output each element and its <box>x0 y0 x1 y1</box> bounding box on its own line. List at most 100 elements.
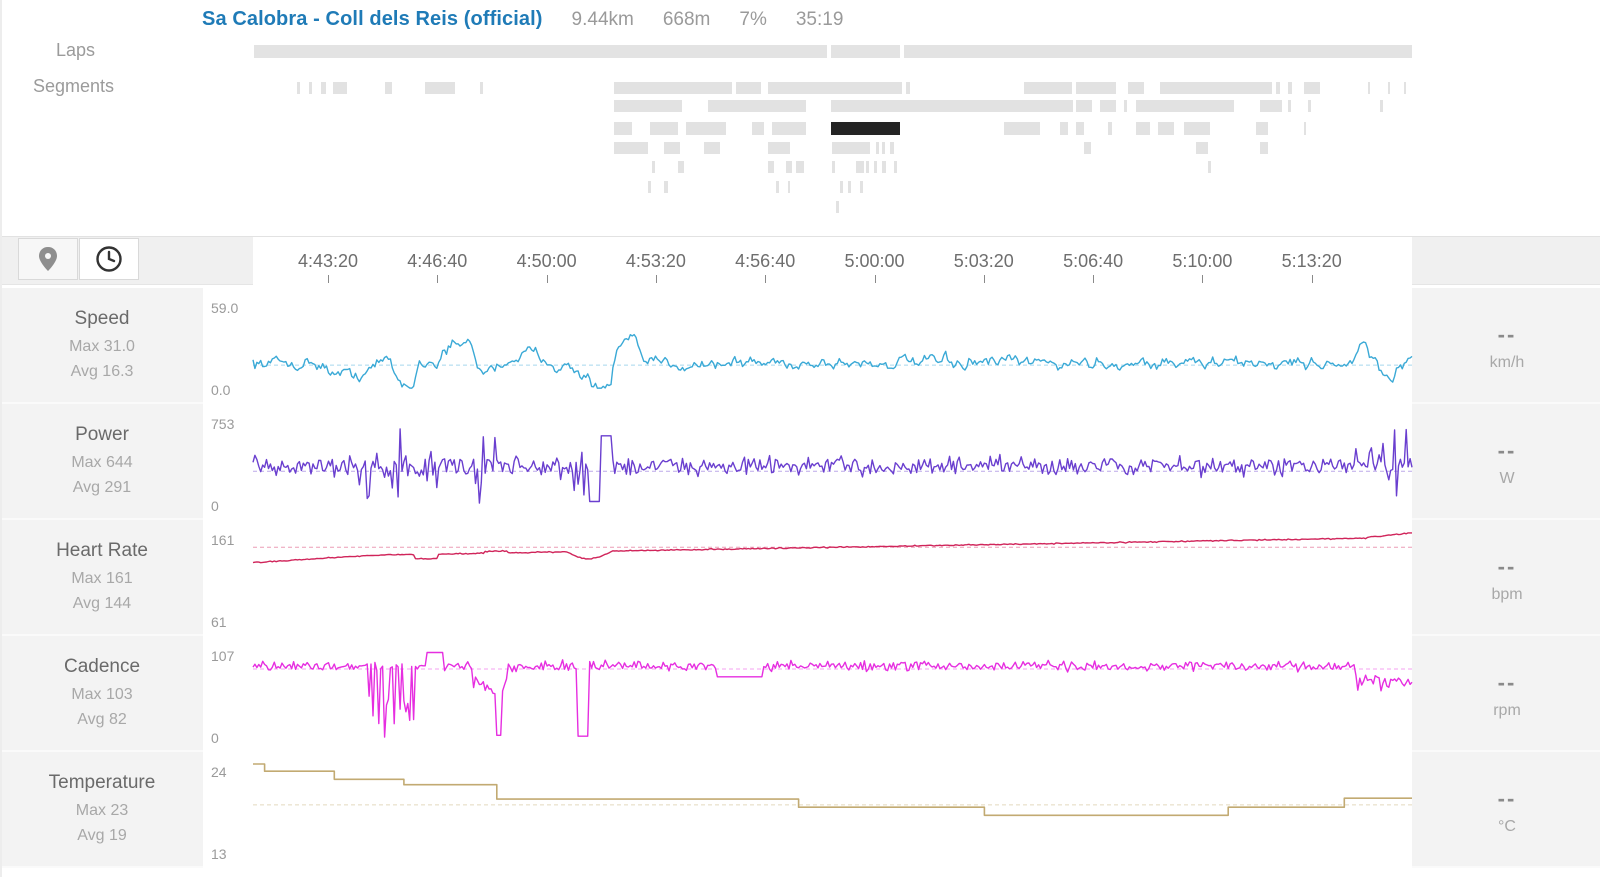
segment-bar[interactable] <box>614 122 632 135</box>
segment-bar[interactable] <box>1196 142 1208 154</box>
metric-trace-chart <box>252 651 1413 738</box>
segment-bar[interactable] <box>1076 122 1084 135</box>
segment-bar[interactable] <box>882 161 886 173</box>
time-tick-mark <box>546 275 548 283</box>
segment-bar[interactable] <box>1084 142 1091 154</box>
segment-bar[interactable] <box>1184 122 1210 135</box>
time-tick-mark <box>765 275 767 283</box>
segment-bar[interactable] <box>1076 82 1116 94</box>
segment-bar[interactable] <box>1208 161 1211 173</box>
segment-bar[interactable] <box>882 142 885 154</box>
segment-bar[interactable] <box>297 82 300 94</box>
segment-bar[interactable] <box>1260 142 1268 154</box>
segment-bar[interactable] <box>1004 122 1040 135</box>
metric-series-line <box>252 532 1412 564</box>
segment-bar[interactable] <box>832 142 870 154</box>
segment-name-link[interactable]: Sa Calobra - Coll dels Reis (official) <box>202 8 543 31</box>
segment-bar[interactable] <box>614 82 732 94</box>
segment-bar[interactable] <box>704 142 720 154</box>
segment-bar[interactable] <box>1288 82 1292 94</box>
segment-bar[interactable] <box>614 100 682 112</box>
segment-bar[interactable] <box>686 122 726 135</box>
segment-bar[interactable] <box>664 181 668 193</box>
segment-bar[interactable] <box>1060 122 1068 135</box>
segment-bar[interactable] <box>1024 82 1072 94</box>
segment-bar[interactable] <box>1076 100 1092 112</box>
segment-bar[interactable] <box>874 161 877 173</box>
segment-bar[interactable] <box>425 82 455 94</box>
segment-bar[interactable] <box>1308 100 1311 112</box>
segment-bar[interactable] <box>309 82 312 94</box>
segment-bar[interactable] <box>894 161 897 173</box>
segment-bar[interactable] <box>768 142 790 154</box>
time-tick-label: 5:00:00 <box>844 251 905 271</box>
segment-bar[interactable] <box>866 161 869 173</box>
time-view-button[interactable] <box>79 238 139 280</box>
segment-bar[interactable] <box>796 161 804 173</box>
segment-bar[interactable] <box>1256 122 1268 135</box>
segment-bar[interactable] <box>786 161 792 173</box>
segment-bar[interactable] <box>652 161 655 173</box>
segment-bar[interactable] <box>1136 100 1234 112</box>
segment-bar[interactable] <box>890 142 894 154</box>
clock-icon <box>96 246 122 272</box>
segment-bar[interactable] <box>736 82 761 94</box>
segment-bar[interactable] <box>788 181 790 193</box>
segment-bar[interactable] <box>650 122 678 135</box>
lap-bar[interactable] <box>254 45 827 58</box>
chart-row-cadence: Cadence Max 103 Avg 82 107 0 -- rpm <box>2 636 1600 752</box>
segment-elevation: 668m <box>662 9 711 30</box>
segment-bar-selected[interactable] <box>831 122 900 135</box>
segment-bar[interactable] <box>1158 122 1174 135</box>
metric-series-line <box>252 428 1413 504</box>
segment-bar[interactable] <box>614 142 648 154</box>
time-tick-mark <box>655 275 657 283</box>
segment-bar[interactable] <box>648 181 651 193</box>
time-axis: 4:43:20 4:46:40 4:50:00 4:53:20 4:56:40 5:00:… <box>253 237 1412 286</box>
segment-bar[interactable] <box>856 161 864 173</box>
segment-bar[interactable] <box>768 82 902 94</box>
segment-grade: 7% <box>739 9 767 30</box>
segment-bar[interactable] <box>1124 100 1127 112</box>
segment-bar[interactable] <box>772 122 806 135</box>
segment-bar[interactable] <box>840 181 843 193</box>
lap-bar[interactable] <box>831 45 900 58</box>
segment-bar[interactable] <box>1136 122 1150 135</box>
segment-bar[interactable] <box>1108 122 1112 135</box>
segment-bar[interactable] <box>1368 82 1370 94</box>
segment-bar[interactable] <box>836 201 839 213</box>
time-tick-label: 5:06:40 <box>1063 251 1124 271</box>
segment-bar[interactable] <box>860 181 863 193</box>
segment-bar[interactable] <box>1404 82 1406 94</box>
segment-bar[interactable] <box>1288 100 1291 112</box>
segment-bar[interactable] <box>752 122 764 135</box>
segment-bar[interactable] <box>1388 82 1390 94</box>
segment-bar[interactable] <box>1304 122 1306 135</box>
segment-bar[interactable] <box>832 161 835 173</box>
segment-bar[interactable] <box>1304 82 1320 94</box>
segment-bar[interactable] <box>480 82 483 94</box>
segment-bar[interactable] <box>385 82 392 94</box>
segment-bar[interactable] <box>1160 82 1272 94</box>
metric-trace-chart <box>252 532 1412 564</box>
segment-bar[interactable] <box>1100 100 1116 112</box>
segment-bar[interactable] <box>333 82 347 94</box>
metric-series-line <box>252 333 1413 389</box>
segment-bar[interactable] <box>876 142 879 154</box>
segment-bar[interactable] <box>776 181 779 193</box>
lap-bar[interactable] <box>904 45 1412 58</box>
segment-bar[interactable] <box>831 100 1073 112</box>
segment-bar[interactable] <box>664 142 680 154</box>
segment-bar[interactable] <box>848 181 851 193</box>
segment-bar[interactable] <box>1380 100 1383 112</box>
segment-bar[interactable] <box>768 161 774 173</box>
chart-row-power: Power Max 644 Avg 291 753 0 -- W <box>2 404 1600 520</box>
segment-bar[interactable] <box>321 82 326 94</box>
segment-bar[interactable] <box>1128 82 1144 94</box>
segment-bar[interactable] <box>1276 82 1280 94</box>
map-view-button[interactable] <box>18 238 78 280</box>
segment-bar[interactable] <box>1260 100 1282 112</box>
segment-bar[interactable] <box>708 100 806 112</box>
segment-bar[interactable] <box>678 161 684 173</box>
segment-bar[interactable] <box>906 82 910 94</box>
